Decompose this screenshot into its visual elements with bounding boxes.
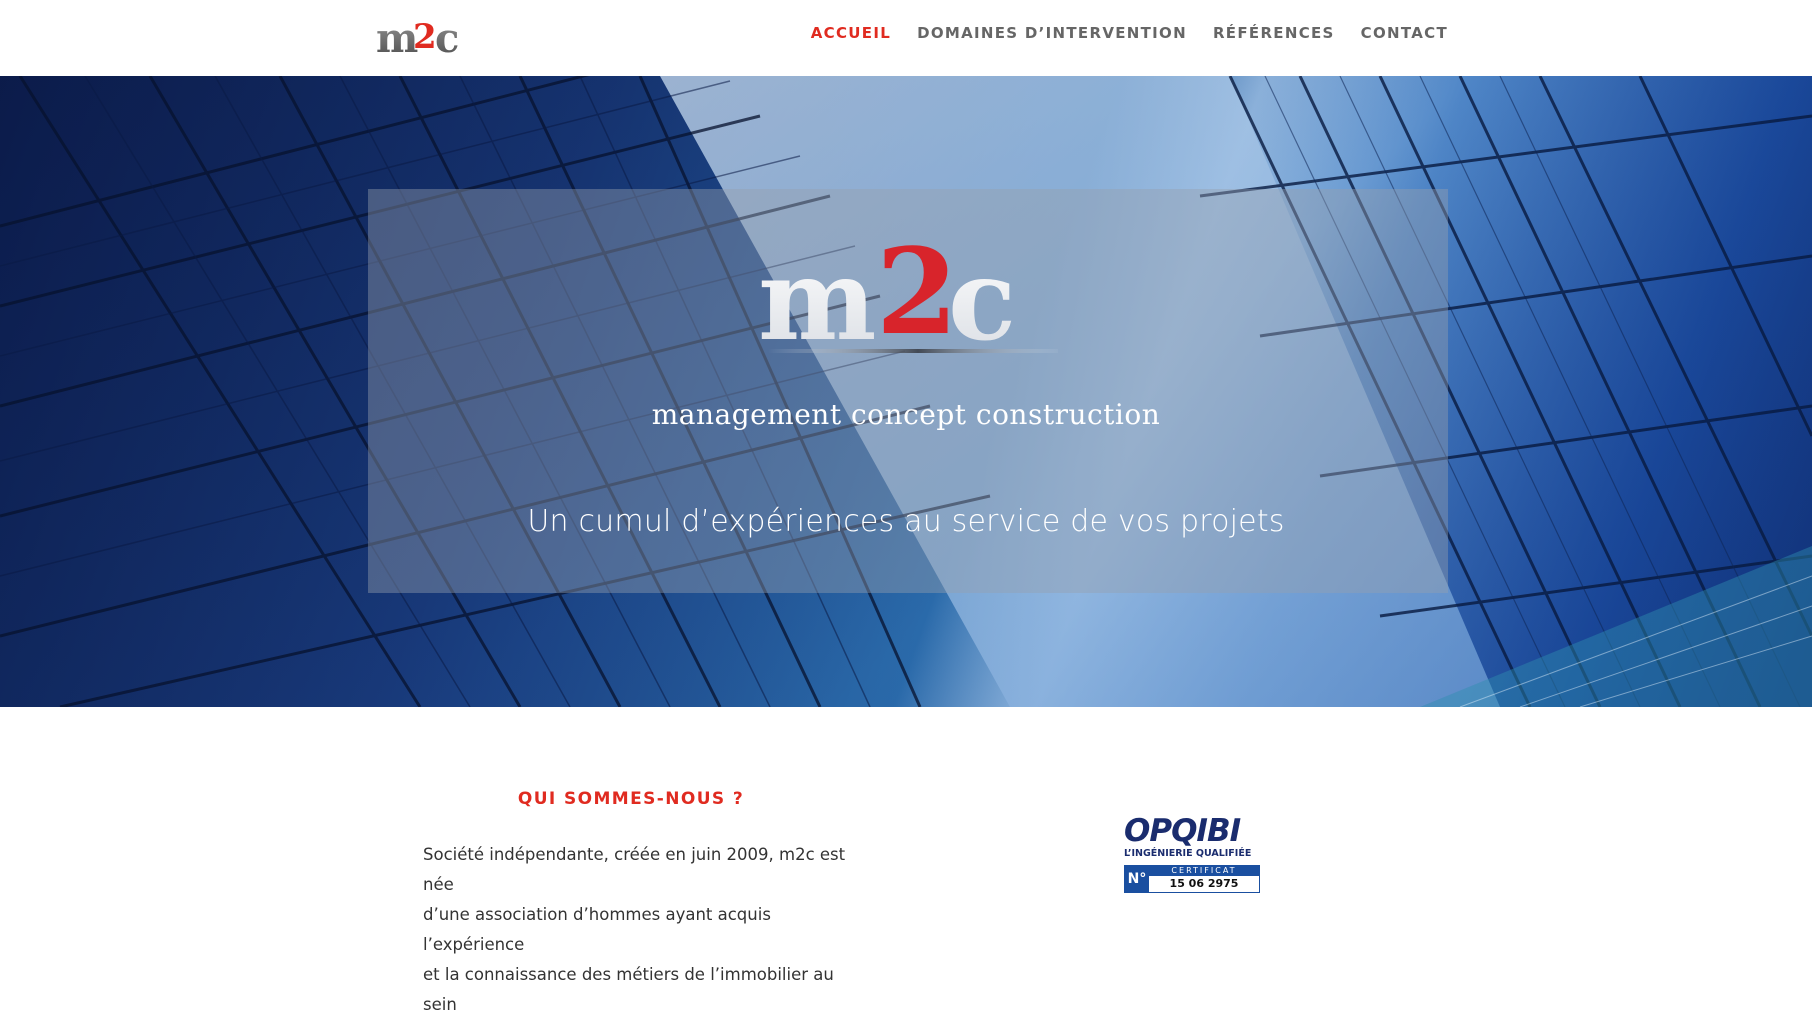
about-line: Société indépendante, créée en juin 2009… (423, 845, 846, 894)
cert-number: 15 06 2975 (1149, 876, 1259, 891)
about-line: et la connaissance des métiers de l’immo… (423, 965, 834, 1014)
cert-number-box: N° CERTIFICAT 15 06 2975 (1124, 865, 1260, 893)
hero-banner: m 2 c management concept construction Un… (0, 76, 1812, 707)
cert-subtitle: L’INGÉNIERIE QUALIFIÉE (1124, 848, 1252, 859)
cert-number-prefix: N° (1125, 866, 1149, 892)
about-text: Société indépendante, créée en juin 2009… (423, 840, 853, 1020)
main-nav: ACCUEIL DOMAINES D’INTERVENTION RÉFÉRENC… (811, 24, 1448, 42)
nav-references[interactable]: RÉFÉRENCES (1213, 24, 1335, 42)
cert-label: CERTIFICAT (1149, 866, 1259, 876)
about-line: d’une association d’hommes ayant acquis … (423, 905, 771, 954)
svg-text:c: c (948, 237, 1016, 366)
cert-name: OPQIBI (1124, 813, 1241, 849)
about-title: QUI SOMMES-NOUS ? (517, 789, 745, 809)
svg-text:m: m (758, 237, 874, 366)
site-header: m 2 c ACCUEIL DOMAINES D’INTERVENTION RÉ… (0, 0, 1812, 76)
opqibi-certificate-badge: OPQIBI L’INGÉNIERIE QUALIFIÉE N° CERTIFI… (1124, 814, 1260, 904)
nav-accueil[interactable]: ACCUEIL (811, 24, 891, 42)
hero-brand-line: management concept construction (651, 398, 1161, 431)
site-logo[interactable]: m 2 c (375, 14, 470, 58)
nav-contact[interactable]: CONTACT (1361, 24, 1448, 42)
cert-number-panel: CERTIFICAT 15 06 2975 (1149, 866, 1259, 892)
nav-domaines[interactable]: DOMAINES D’INTERVENTION (917, 24, 1187, 42)
svg-text:2: 2 (876, 237, 958, 361)
hero-tagline: Un cumul d’expériences au service de vos… (527, 504, 1285, 539)
svg-text:c: c (435, 15, 459, 58)
svg-text:2: 2 (413, 17, 437, 57)
hero-logo: m 2 c (758, 237, 1058, 366)
svg-text:m: m (376, 15, 418, 58)
